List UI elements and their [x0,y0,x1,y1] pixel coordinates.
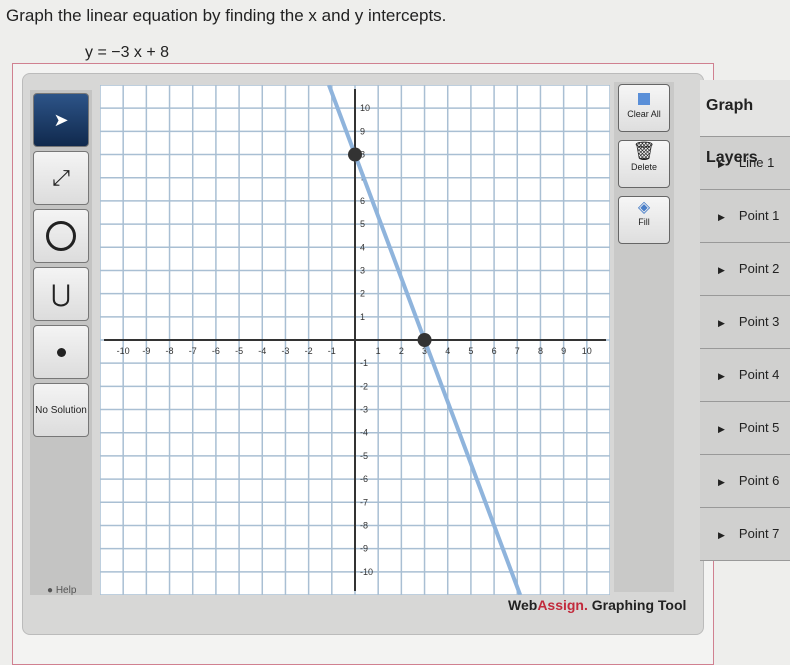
brand-web: Web [508,597,538,613]
y-tick-label: -9 [360,544,368,554]
delete-button[interactable]: 🗑 Delete [618,140,670,188]
y-tick-label: -5 [360,451,368,461]
y-tick-label: 6 [360,196,365,206]
circle-tool[interactable] [33,209,89,263]
brand-rest: Graphing Tool [587,597,687,613]
x-tick-label: -8 [166,346,174,356]
layer-item[interactable]: ▶ Point 6 [700,455,790,508]
x-tick-label: 4 [445,346,450,356]
x-tick-label: -7 [189,346,197,356]
parabola-icon: ⋃ [51,280,71,308]
tool-palette: ➤ ⤢ ⋃ No Solution [30,90,92,595]
x-tick-label: -6 [212,346,220,356]
fill-label: Fill [638,217,650,227]
y-tick-label: 5 [360,219,365,229]
x-tick-label: 9 [561,346,566,356]
y-tick-label: -2 [360,381,368,391]
coordinate-plane[interactable]: -10 -10 -9 -9 -8 -8 -7 -7 -6 -6 -5 -5 -4 -4 -3 -3 -2 -2 -1… [100,85,610,595]
line-tool[interactable]: ⤢ [33,151,89,205]
point-icon [56,347,66,357]
expand-icon: ▶ [718,371,725,381]
y-tick-label: -3 [360,405,368,415]
x-tick-label: -3 [281,346,289,356]
x-tick-label: -9 [142,346,150,356]
x-tick-label: -1 [328,346,336,356]
layer-label: Point 3 [738,314,780,329]
fill-button[interactable]: ◈ Fill [618,196,670,244]
y-tick-label: 9 [360,126,365,136]
graph-layers-panel: Graph Layers ▶ Line 1 ▶ Point 1 ▶ Point 2 ▶ Poi… [700,80,790,561]
x-tick-label: 2 [399,346,404,356]
y-tick-label: -1 [360,358,368,368]
help-label: Help [55,585,77,596]
expand-icon: ▶ [718,159,725,169]
layer-item[interactable]: ▶ Point 3 [700,296,790,349]
trash-icon: 🗑 [632,141,656,161]
y-tick-label: -7 [360,497,368,507]
x-tick-label: 5 [468,346,473,356]
point-tool[interactable] [33,325,89,379]
layer-label: Point 2 [738,261,780,276]
parabola-tool[interactable]: ⋃ [33,267,89,321]
brand-assign: Assign. [537,597,588,613]
layer-label: Line 1 [738,155,775,170]
x-tick-label: 7 [515,346,520,356]
line-icon: ⤢ [52,165,70,190]
x-tick-label: -10 [117,346,130,356]
y-tick-label: 1 [360,312,365,322]
clear-icon [638,93,650,105]
expand-icon: ▶ [718,477,725,487]
layer-item[interactable]: ▶ Point 7 [700,508,790,561]
equation: y = −3 x + 8 [85,44,170,61]
expand-icon: ▶ [718,530,725,540]
help-icon: ● [47,585,54,596]
y-tick-label: 3 [360,265,365,275]
y-tick-label: -8 [360,520,368,530]
brand-label: WebAssign. Graphing Tool [508,597,686,613]
x-tick-label: -4 [258,346,266,356]
question-text: Graph the linear equation by finding the… [6,6,447,25]
x-tick-label: -5 [235,346,243,356]
help-link[interactable]: ● Help [47,585,76,596]
fill-icon: ◈ [637,199,651,216]
plotted-point [348,147,362,162]
y-tick-label: -4 [360,428,368,438]
expand-icon: ▶ [718,318,725,328]
layer-item[interactable]: ▶ Point 1 [700,190,790,243]
x-tick-label: -2 [305,346,313,356]
layer-label: Point 4 [738,367,780,382]
pointer-tool[interactable]: ➤ [33,93,89,147]
clear-all-button[interactable]: Clear All [618,84,670,132]
layer-item[interactable]: ▶ Point 5 [700,402,790,455]
x-tick-label: 8 [538,346,543,356]
cursor-icon: ➤ [53,109,69,130]
x-tick-label: 1 [376,346,381,356]
graph-layers-title: Graph Layers [700,80,790,166]
x-tick-label: 10 [582,346,592,356]
layer-label: Point 5 [738,420,780,435]
edit-tools: Clear All 🗑 Delete ◈ Fill [614,82,674,592]
layer-item[interactable]: ▶ Point 2 [700,243,790,296]
y-tick-label: 2 [360,289,365,299]
circle-icon [46,221,76,251]
no-solution-button[interactable]: No Solution [33,383,89,437]
y-tick-label: -10 [360,567,373,577]
layer-label: Point 7 [738,526,780,541]
x-tick-label: 6 [492,346,497,356]
y-tick-label: 10 [360,103,370,113]
expand-icon: ▶ [718,212,725,222]
delete-label: Delete [630,162,657,172]
plotted-point [417,333,432,347]
layer-label: Point 1 [738,208,780,223]
clear-all-label: Clear All [627,109,661,119]
expand-icon: ▶ [718,424,725,434]
expand-icon: ▶ [718,265,725,275]
layer-label: Point 6 [738,473,780,488]
y-tick-label: -6 [360,474,368,484]
y-tick-label: 4 [360,242,365,252]
layer-item[interactable]: ▶ Point 4 [700,349,790,402]
